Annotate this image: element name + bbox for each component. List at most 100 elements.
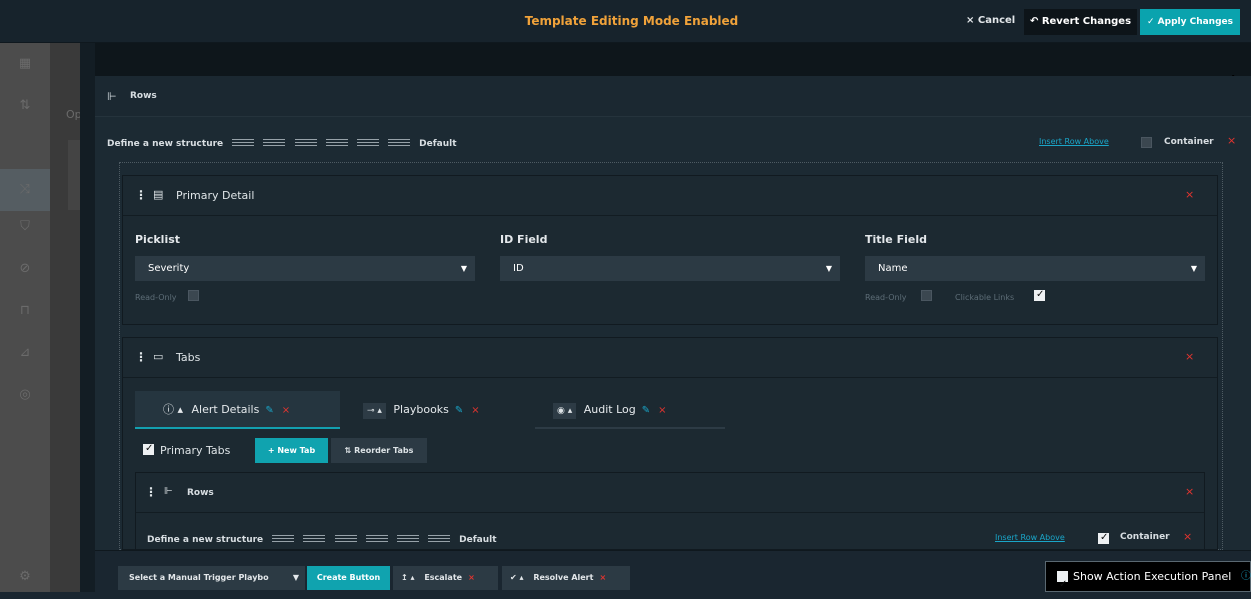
caret-down-icon: ▼ <box>825 264 832 273</box>
apply-changes-button[interactable]: ✓ Apply Changes <box>1140 9 1240 35</box>
remove-row-icon[interactable]: × <box>1227 134 1236 147</box>
edit-icon[interactable]: ✎ <box>455 405 463 416</box>
tab-playbooks[interactable]: ⊸ ▴ Playbooks ✎ × <box>345 391 530 429</box>
check-icon: ✔ ▴ <box>510 573 524 582</box>
revert-changes-button[interactable]: ↶ Revert Changes <box>1024 9 1137 35</box>
container-checkbox[interactable] <box>1141 137 1152 148</box>
resolve-label: Resolve Alert <box>533 573 594 582</box>
remove-card-icon[interactable]: × <box>1185 188 1194 201</box>
show-panel-label: Show Action Execution Panel <box>1073 570 1232 583</box>
edit-icon[interactable]: ✎ <box>642 405 650 416</box>
close-icon[interactable]: × <box>468 573 475 582</box>
caret-down-icon: ▼ <box>292 573 299 582</box>
background-overlay <box>50 43 80 592</box>
rows-header: ⊩ Rows <box>95 76 1251 117</box>
compass-icon[interactable]: ⊘ <box>16 260 34 278</box>
close-icon[interactable]: × <box>599 573 606 582</box>
drag-handle-icon[interactable]: ⋮ <box>135 350 147 364</box>
reorder-tabs-button[interactable]: ⇅ Reorder Tabs <box>331 438 427 463</box>
primary-tabs-label: Primary Tabs <box>160 444 231 457</box>
grid-icon[interactable]: ▦ <box>16 55 34 73</box>
layout-3-col-icon[interactable] <box>334 535 357 544</box>
briefcase-icon[interactable]: ⊓ <box>16 302 34 320</box>
escalate-label: Escalate <box>424 573 463 582</box>
primary-detail-title: Primary Detail <box>176 189 255 202</box>
clickable-links-label: Clickable Links <box>955 293 1015 302</box>
layout-default[interactable]: Default <box>419 139 456 149</box>
shield-icon[interactable]: ⛉ <box>16 218 34 236</box>
remove-card-icon[interactable]: × <box>1185 350 1194 363</box>
primary-detail-card: ⋮ ▤ Primary Detail × <box>122 175 1218 325</box>
layout-4-col-icon[interactable] <box>365 535 388 544</box>
tab-icon[interactable]: ⓘ ▴ <box>163 403 183 416</box>
insert-row-above-link[interactable]: Insert Row Above <box>1039 137 1109 146</box>
title-field-select[interactable]: Name ▼ <box>865 256 1205 281</box>
inner-define-structure-row: Define a new structure Default <box>147 535 497 545</box>
globe-icon[interactable]: ◎ <box>16 386 34 404</box>
tab-icon[interactable]: ⊸ ▴ <box>363 403 386 419</box>
layout-4-col-icon[interactable] <box>325 139 348 148</box>
drag-handle-icon[interactable]: ⋮ <box>145 485 157 499</box>
tabs-header: ⋮ ▭ Tabs × <box>123 338 1217 378</box>
clickable-links-checkbox[interactable] <box>1034 289 1045 301</box>
title-field-value: Name <box>878 263 908 274</box>
spacer-icon <box>16 176 34 194</box>
title-read-only-label: Read-Only <box>865 293 907 302</box>
background-panel <box>68 140 80 210</box>
picklist-value: Severity <box>148 263 190 274</box>
settings-icon[interactable]: ⚙ <box>16 568 34 586</box>
rows-icon: ⊩ <box>107 90 117 103</box>
primary-tabs-checkbox[interactable] <box>143 443 154 455</box>
cancel-button[interactable]: × Cancel <box>966 15 1015 26</box>
layout-1-col-icon[interactable] <box>232 139 255 148</box>
close-icon[interactable]: × <box>658 405 666 416</box>
container-label: Container <box>1164 137 1214 147</box>
layout-wide-left-icon[interactable] <box>356 139 379 148</box>
remove-card-icon[interactable]: × <box>1185 485 1194 498</box>
resolve-alert-button[interactable]: ✔ ▴ Resolve Alert × <box>502 566 630 590</box>
folder-icon: ▭ <box>153 350 164 363</box>
manual-trigger-value: Select a Manual Trigger Playbo <box>129 573 269 582</box>
picklist-readonly-checkbox[interactable] <box>188 290 199 301</box>
layout-wide-right-icon[interactable] <box>428 535 450 544</box>
escalate-button[interactable]: ↥ ▴ Escalate × <box>393 566 498 590</box>
primary-detail-header: ⋮ ▤ Primary Detail × <box>123 176 1217 216</box>
id-field-select[interactable]: ID ▼ <box>500 256 840 281</box>
info-icon[interactable]: ⓘ <box>1241 562 1251 591</box>
chart-icon[interactable]: ⊿ <box>16 344 34 362</box>
layout-1-col-icon[interactable] <box>272 535 295 544</box>
close-icon[interactable]: × <box>282 405 290 416</box>
define-structure-label: Define a new structure <box>107 139 224 149</box>
layout-2-col-icon[interactable] <box>263 139 286 148</box>
layout-default[interactable]: Default <box>459 535 496 545</box>
topbar: Template Editing Mode Enabled × Cancel ↶… <box>0 0 1251 43</box>
remove-row-icon[interactable]: × <box>1183 530 1192 543</box>
tab-icon[interactable]: ◉ ▴ <box>553 403 577 419</box>
new-tab-button[interactable]: + New Tab <box>255 438 328 463</box>
edit-icon[interactable]: ✎ <box>265 405 273 416</box>
left-strip <box>80 43 95 592</box>
layout-wide-left-icon[interactable] <box>396 535 419 544</box>
drag-handle-icon[interactable]: ⋮ <box>135 188 147 202</box>
title-readonly-checkbox[interactable] <box>921 290 932 301</box>
tab-label: Alert Details <box>191 403 260 416</box>
layout-3-col-icon[interactable] <box>294 139 317 148</box>
container-checkbox[interactable] <box>1098 532 1109 544</box>
close-icon[interactable]: × <box>471 405 479 416</box>
insert-row-above-link[interactable]: Insert Row Above <box>995 533 1065 542</box>
define-structure-row: Define a new structure Default <box>107 139 457 149</box>
tab-alert-details[interactable]: ⓘ ▴ Alert Details ✎ × <box>135 391 340 429</box>
sort-icon[interactable]: ⇅ <box>16 97 34 115</box>
caret-down-icon: ▼ <box>460 264 467 273</box>
id-field-label: ID Field <box>500 233 548 246</box>
picklist-select[interactable]: Severity ▼ <box>135 256 475 281</box>
inner-rows-header: ⋮ ⊩ Rows × <box>136 473 1204 513</box>
manual-trigger-select[interactable]: Select a Manual Trigger Playbo ▼ <box>118 566 305 590</box>
show-action-execution-panel[interactable]: Show Action Execution Panel ⓘ <box>1045 561 1251 599</box>
layout-wide-right-icon[interactable] <box>388 139 410 148</box>
show-panel-checkbox[interactable] <box>1057 570 1068 599</box>
tab-audit-log[interactable]: ◉ ▴ Audit Log ✎ × <box>535 391 725 429</box>
caret-down-icon: ▼ <box>1190 264 1197 273</box>
create-button[interactable]: Create Button <box>307 566 390 590</box>
layout-2-col-icon[interactable] <box>303 535 326 544</box>
